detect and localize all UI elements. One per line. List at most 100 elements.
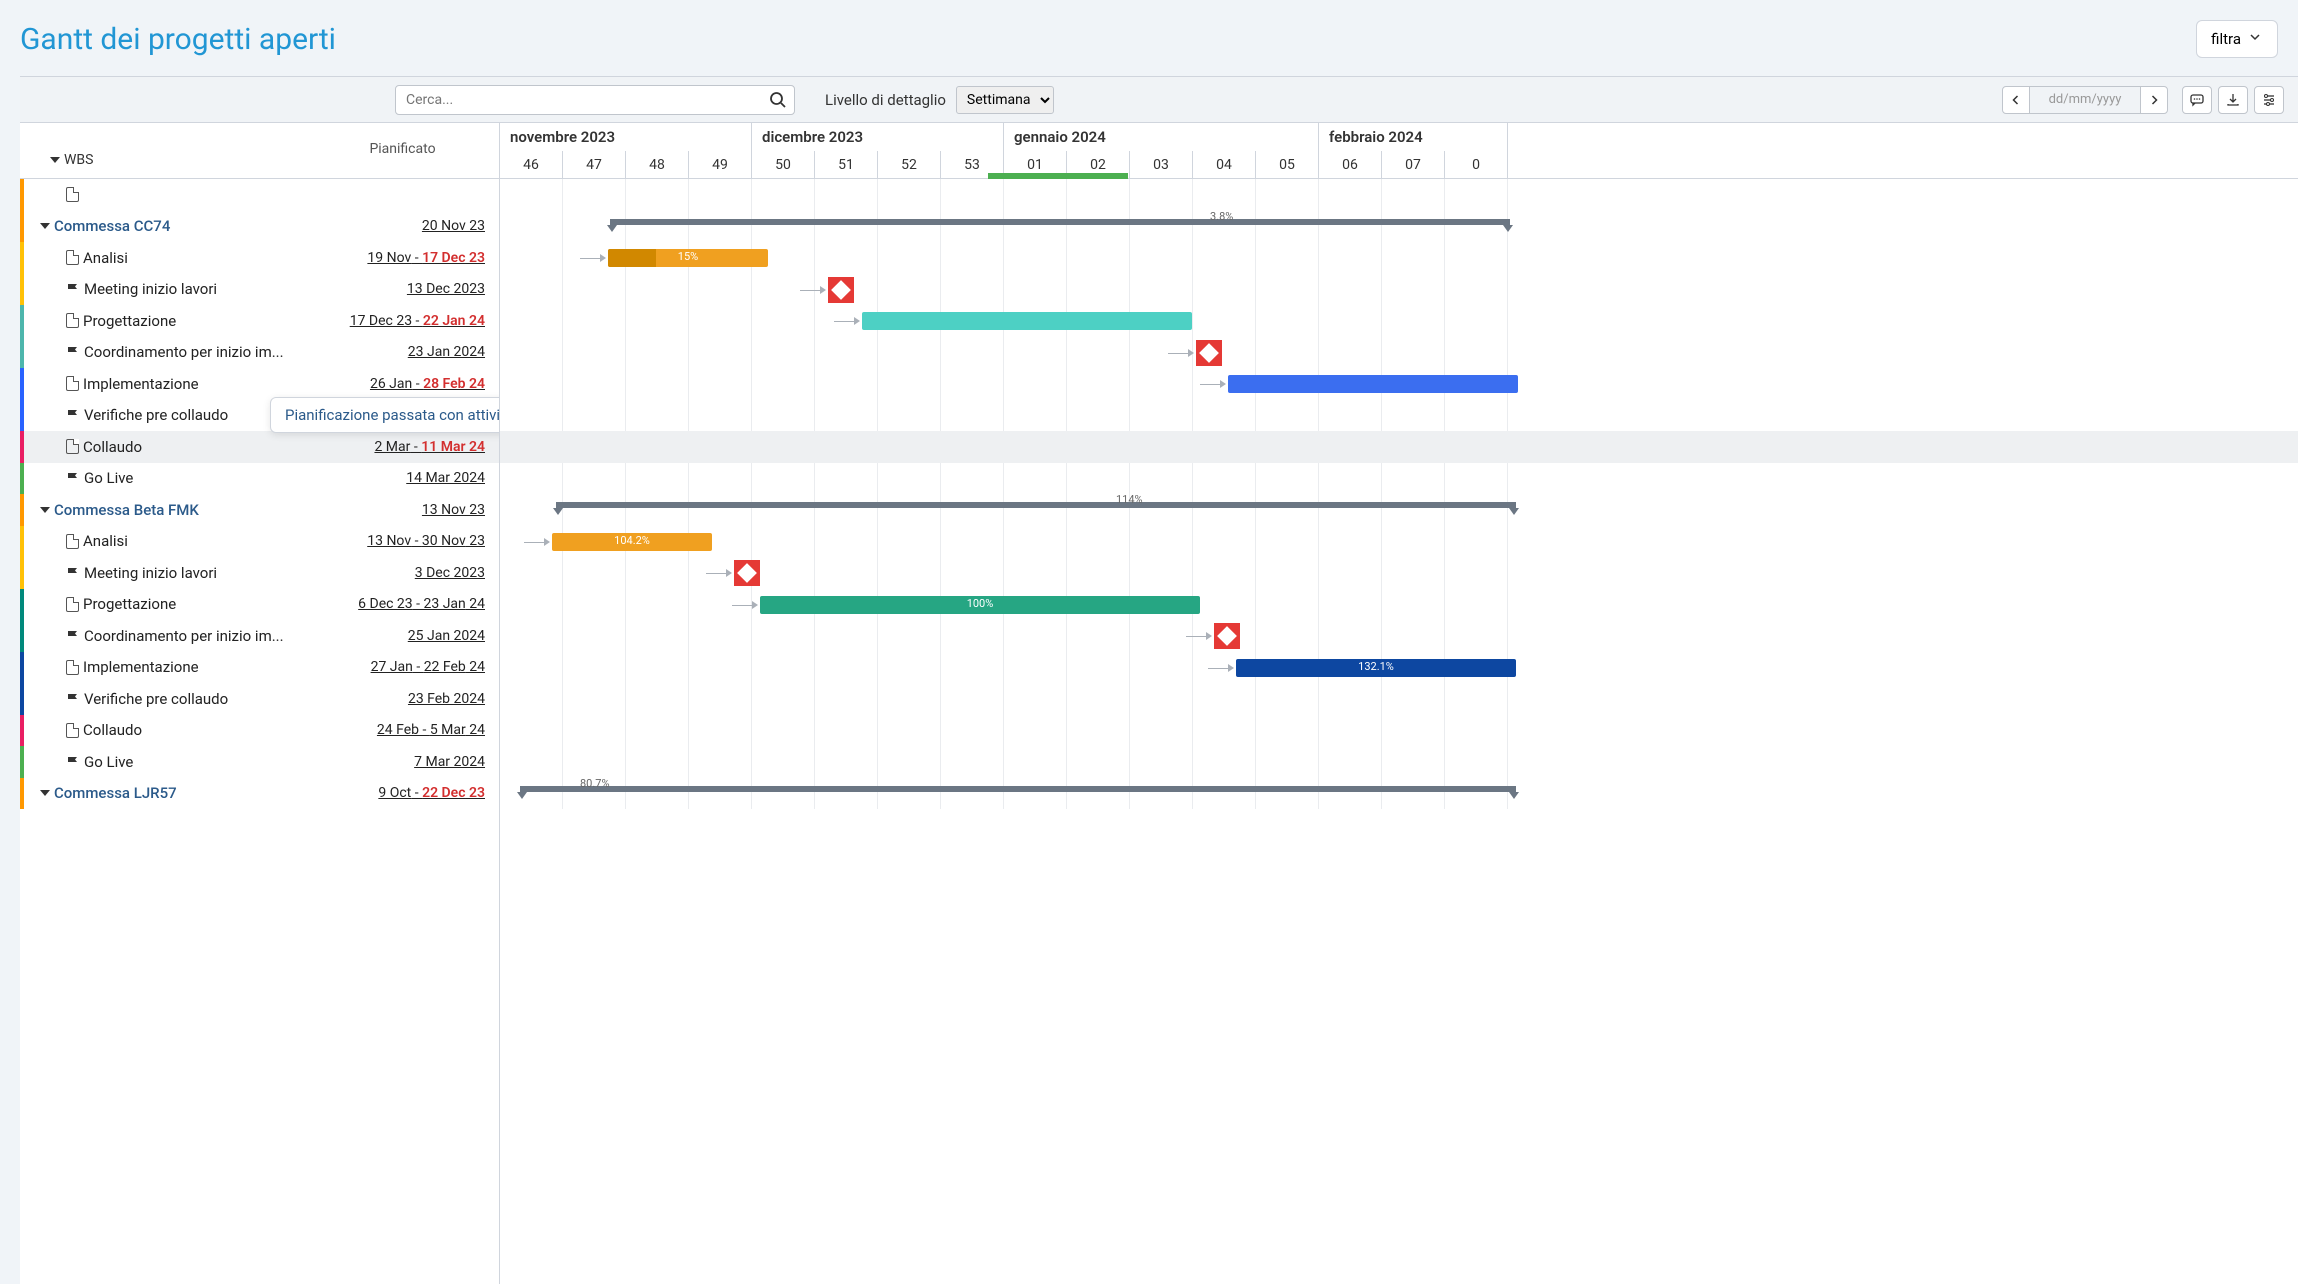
task-date[interactable]: 17 Dec 23 - 22 Jan 24 bbox=[324, 313, 499, 329]
task-name: Implementazione bbox=[24, 658, 324, 676]
task-row[interactable]: Collaudo24 Feb - 5 Mar 24 bbox=[20, 715, 499, 747]
week-header: 51 bbox=[815, 151, 878, 179]
gantt-bar-row bbox=[500, 368, 2298, 400]
task-date[interactable]: 23 Jan 2024 bbox=[324, 344, 499, 360]
task-name: Collaudo bbox=[24, 438, 324, 456]
document-icon bbox=[66, 376, 79, 391]
settings-button[interactable] bbox=[2254, 86, 2284, 114]
summary-bar[interactable]: 114% bbox=[556, 502, 1516, 508]
milestone-marker[interactable] bbox=[828, 277, 854, 303]
milestone-marker[interactable] bbox=[1196, 340, 1222, 366]
task-date[interactable]: 13 Nov - 30 Nov 23 bbox=[324, 533, 499, 549]
task-date[interactable]: 14 Mar 2024 bbox=[324, 470, 499, 486]
date-display[interactable]: dd/mm/yyyy bbox=[2030, 86, 2140, 114]
comment-button[interactable] bbox=[2182, 86, 2212, 114]
task-row[interactable]: Implementazione27 Jan - 22 Feb 24 bbox=[20, 652, 499, 684]
task-name: Commessa Beta FMK bbox=[24, 501, 324, 519]
task-bar[interactable]: 132.1% bbox=[1236, 659, 1516, 677]
task-date[interactable]: 2 Mar - 11 Mar 24 bbox=[324, 439, 499, 455]
task-date[interactable]: 20 Nov 23 bbox=[324, 218, 499, 234]
task-row[interactable]: Go Live7 Mar 2024 bbox=[20, 746, 499, 778]
task-bar[interactable]: 104.2% bbox=[552, 533, 712, 551]
month-header: dicembre 2023 bbox=[752, 123, 1004, 151]
task-name: Meeting inizio lavori bbox=[24, 280, 324, 298]
task-date[interactable]: 24 Feb - 5 Mar 24 bbox=[324, 722, 499, 738]
task-name: Verifiche pre collaudo bbox=[24, 690, 324, 708]
task-date[interactable]: 19 Nov - 17 Dec 23 bbox=[324, 250, 499, 266]
filter-label: filtra bbox=[2211, 30, 2241, 48]
date-prev-button[interactable] bbox=[2002, 86, 2030, 114]
task-row[interactable]: Meeting inizio lavori13 Dec 2023 bbox=[20, 274, 499, 306]
summary-bar[interactable]: 80.7% bbox=[520, 786, 1516, 792]
task-bar[interactable]: 15% bbox=[608, 249, 768, 267]
task-date[interactable]: 27 Jan - 22 Feb 24 bbox=[324, 659, 499, 675]
month-header: gennaio 2024 bbox=[1004, 123, 1319, 151]
task-row[interactable]: Meeting inizio lavori3 Dec 2023 bbox=[20, 557, 499, 589]
task-row[interactable]: Coordinamento per inizio im...25 Jan 202… bbox=[20, 620, 499, 652]
search-icon[interactable] bbox=[769, 91, 787, 113]
task-date[interactable]: 3 Dec 2023 bbox=[324, 565, 499, 581]
task-bar[interactable] bbox=[862, 312, 1192, 330]
task-row[interactable]: Progettazione17 Dec 23 - 22 Jan 24 bbox=[20, 305, 499, 337]
task-date[interactable]: 9 Oct - 22 Dec 23 bbox=[324, 785, 499, 801]
gantt-bar-row bbox=[500, 683, 2298, 715]
task-bar[interactable]: 100% bbox=[760, 596, 1200, 614]
task-name: Progettazione bbox=[24, 595, 324, 613]
task-date[interactable]: 13 Nov 23 bbox=[324, 502, 499, 518]
task-date[interactable]: 7 Mar 2024 bbox=[324, 754, 499, 770]
milestone-marker[interactable] bbox=[1214, 623, 1240, 649]
task-name: Progettazione bbox=[24, 312, 324, 330]
task-row[interactable]: Go Live14 Mar 2024 bbox=[20, 463, 499, 495]
gantt-bar-row bbox=[500, 620, 2298, 652]
download-button[interactable] bbox=[2218, 86, 2248, 114]
wbs-column-header[interactable]: WBS bbox=[20, 123, 320, 178]
document-icon bbox=[66, 534, 79, 549]
task-name: Coordinamento per inizio im... bbox=[24, 343, 324, 361]
task-row[interactable]: Commessa LJR579 Oct - 22 Dec 23 bbox=[20, 778, 499, 810]
task-date[interactable]: 25 Jan 2024 bbox=[324, 628, 499, 644]
date-next-button[interactable] bbox=[2140, 86, 2168, 114]
task-name: Commessa CC74 bbox=[24, 217, 324, 235]
week-header: 48 bbox=[626, 151, 689, 179]
gantt-bar-row bbox=[500, 400, 2298, 432]
gantt-bar-row: 3.8% bbox=[500, 211, 2298, 243]
task-name: Meeting inizio lavori bbox=[24, 564, 324, 582]
gantt-bar-row: 132.1% bbox=[500, 652, 2298, 684]
week-header: 06 bbox=[1319, 151, 1382, 179]
document-icon bbox=[66, 439, 79, 454]
filter-button[interactable]: filtra bbox=[2196, 20, 2278, 58]
task-date[interactable]: 6 Dec 23 - 23 Jan 24 bbox=[324, 596, 499, 612]
chevron-down-icon[interactable] bbox=[40, 790, 50, 796]
document-icon bbox=[66, 597, 79, 612]
task-row[interactable]: Analisi19 Nov - 17 Dec 23 bbox=[20, 242, 499, 274]
document-icon bbox=[66, 187, 79, 202]
gantt-bar-row: 80.7% bbox=[500, 778, 2298, 810]
task-row[interactable]: Coordinamento per inizio im...23 Jan 202… bbox=[20, 337, 499, 369]
task-row[interactable] bbox=[20, 179, 499, 211]
task-date[interactable]: 26 Jan - 28 Feb 24 bbox=[324, 376, 499, 392]
milestone-marker[interactable] bbox=[734, 560, 760, 586]
gantt-bar-row bbox=[500, 274, 2298, 306]
summary-bar[interactable]: 3.8% bbox=[610, 219, 1510, 225]
task-row[interactable]: Progettazione6 Dec 23 - 23 Jan 24 bbox=[20, 589, 499, 621]
task-row[interactable]: Implementazione26 Jan - 28 Feb 24 bbox=[20, 368, 499, 400]
detail-level-select[interactable]: Settimana bbox=[956, 86, 1054, 114]
task-row[interactable]: Analisi13 Nov - 30 Nov 23 bbox=[20, 526, 499, 558]
gantt-bar-row bbox=[500, 431, 2298, 463]
task-name: Commessa LJR57 bbox=[24, 784, 324, 802]
task-row[interactable]: Verifiche pre collaudoPianificazione pas… bbox=[20, 400, 499, 432]
gantt-bar-row bbox=[500, 305, 2298, 337]
task-row[interactable]: Commessa CC7420 Nov 23 bbox=[20, 211, 499, 243]
task-row[interactable]: Collaudo2 Mar - 11 Mar 24 bbox=[20, 431, 499, 463]
task-date[interactable]: 23 Feb 2024 bbox=[324, 691, 499, 707]
task-bar[interactable] bbox=[1228, 375, 1518, 393]
chevron-down-icon[interactable] bbox=[40, 507, 50, 513]
search-input[interactable] bbox=[395, 85, 795, 115]
task-row[interactable]: Commessa Beta FMK13 Nov 23 bbox=[20, 494, 499, 526]
document-icon bbox=[66, 313, 79, 328]
task-row[interactable]: Verifiche pre collaudo23 Feb 2024 bbox=[20, 683, 499, 715]
month-header: novembre 2023 bbox=[500, 123, 752, 151]
chevron-down-icon[interactable] bbox=[40, 223, 50, 229]
week-header: 50 bbox=[752, 151, 815, 179]
task-date[interactable]: 13 Dec 2023 bbox=[324, 281, 499, 297]
